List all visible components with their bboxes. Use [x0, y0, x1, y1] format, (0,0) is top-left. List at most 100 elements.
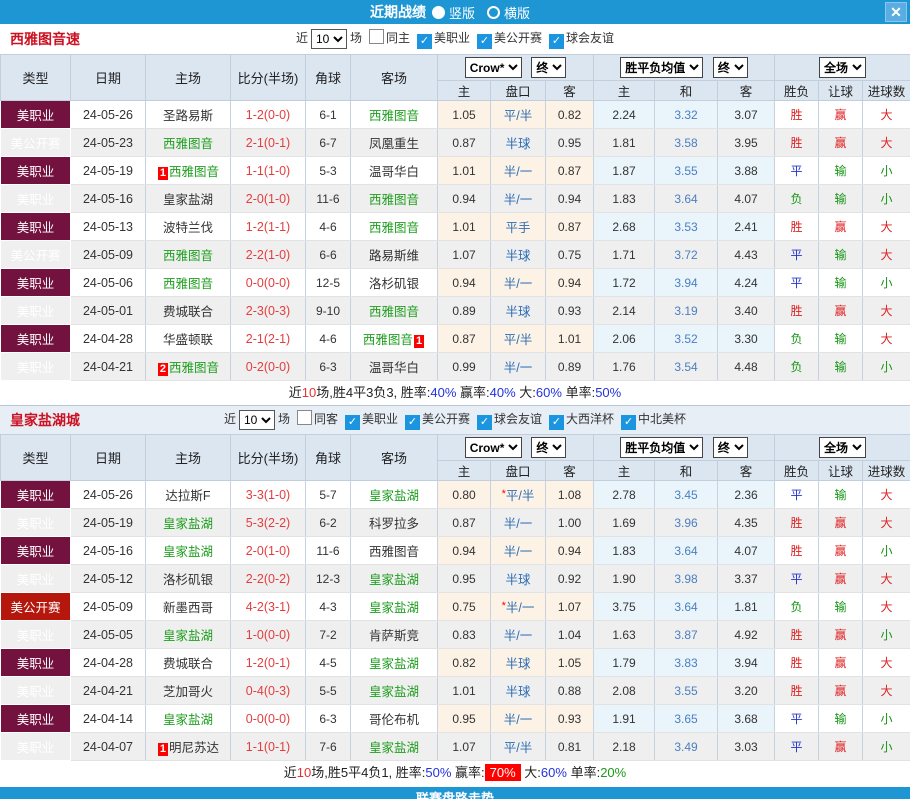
result-goals-cell: 小: [862, 352, 910, 381]
summary-segment: 大:: [520, 765, 541, 780]
match-row: 美职业 24-05-01 费城联合 2-3(0-3) 9-10 西雅图音 0.89 半球 0.9…: [0, 296, 910, 325]
fulltime-score: 2-0: [245, 543, 264, 558]
league-checkbox[interactable]: ✓: [549, 34, 565, 50]
crow-away-odds: 1.00: [544, 508, 595, 537]
summary-segment: 场,胜4平3负3, 胜率:: [316, 385, 431, 400]
fulltime-score: 1-1: [245, 163, 264, 178]
bookmaker-select[interactable]: Crow*: [464, 437, 522, 458]
avg-away-odds: 4.48: [717, 352, 776, 381]
fullmatch-select[interactable]: 全场: [819, 437, 867, 458]
team-name: 皇家盐湖城: [10, 412, 80, 428]
result-wdl-cell: 平: [774, 732, 820, 761]
league-checkbox[interactable]: ✓: [405, 415, 420, 431]
avg-away-odds: 2.41: [717, 212, 776, 241]
match-count-select[interactable]: 10: [310, 28, 347, 49]
avg-draw-odds: 3.98: [654, 564, 719, 593]
crow-away-odds: 0.93: [544, 296, 595, 325]
close-button[interactable]: ✕: [885, 2, 907, 22]
avg-away-odds: 3.20: [717, 676, 776, 705]
avg-away-odds: 3.88: [717, 156, 776, 185]
handicap-cell: 平/半: [490, 324, 546, 353]
crow-away-odds: 1.04: [544, 620, 595, 649]
avg-away-odds: 3.03: [717, 732, 776, 761]
summary-segment: 40%: [489, 385, 516, 400]
handicap-cell: 半球: [490, 296, 546, 325]
avg-home-odds: 2.14: [593, 296, 656, 325]
crow-home-odds: 0.89: [437, 296, 491, 325]
crow-home-odds: 0.95: [437, 704, 491, 733]
home-team-cell: 1 明尼苏达: [145, 732, 231, 761]
score-cell: 0-0(0-0): [230, 268, 306, 297]
avg-draw-odds: 3.58: [654, 128, 719, 157]
avg-home-odds: 1.91: [593, 704, 656, 733]
halftime-score: (1-0): [263, 543, 291, 558]
date-cell: 24-05-09: [70, 240, 146, 269]
avg-home-odds: 1.76: [593, 352, 656, 381]
col-result-wdl: 胜负: [774, 80, 820, 101]
crow-home-odds: 0.94: [437, 184, 491, 213]
avg-odds-select[interactable]: 胜平负均值: [620, 437, 704, 458]
fulltime-score: 4-2: [245, 599, 264, 614]
halftime-score: (0-0): [263, 711, 291, 726]
col-result-wdl: 胜负: [774, 460, 820, 481]
score-cell: 1-2(0-1): [230, 648, 306, 677]
same-venue-checkbox[interactable]: [296, 410, 312, 426]
league-checkbox[interactable]: ✓: [344, 415, 360, 431]
avg-away-odds: 3.30: [717, 324, 776, 353]
crow-home-odds: 0.87: [437, 324, 491, 353]
league-checkbox[interactable]: ✓: [477, 34, 493, 50]
crow-away-odds: 0.94: [544, 184, 595, 213]
avg-draw-odds: 3.53: [654, 212, 719, 241]
result-goals-cell: 小: [862, 156, 910, 185]
summary-segment: 单率:: [561, 385, 596, 400]
match-count-select[interactable]: 10: [238, 409, 275, 430]
avg-away-odds: 4.35: [717, 508, 776, 537]
fullmatch-select[interactable]: 全场: [819, 57, 867, 78]
league-type-cell: 美职业: [0, 480, 71, 509]
halftime-score: (3-1): [263, 599, 291, 614]
bookmaker-select[interactable]: Crow*: [464, 57, 522, 78]
avg-away-odds: 4.07: [717, 536, 776, 565]
same-venue-label: 同主: [385, 31, 410, 46]
odds-stage-select[interactable]: 终: [531, 57, 567, 78]
league-checkbox[interactable]: ✓: [621, 415, 637, 431]
score-cell: 5-3(2-2): [230, 508, 306, 537]
crow-home-odds: 1.01: [437, 212, 491, 241]
home-team-cell: 圣路易斯: [145, 100, 231, 129]
away-team-cell: 皇家盐湖: [350, 732, 438, 761]
avg-home-odds: 2.06: [593, 324, 656, 353]
avg-draw-odds: 3.64: [654, 592, 719, 621]
result-wdl-cell: 胜: [774, 100, 820, 129]
match-row: 美职业 24-05-12 洛杉矶银 2-2(0-2) 12-3 皇家盐湖 0.95 半球 0.9…: [0, 564, 910, 593]
result-handicap-cell: 赢: [818, 128, 864, 157]
fulltime-score: 1-2: [245, 219, 264, 234]
date-cell: 24-05-16: [70, 184, 146, 213]
crow-home-odds: 1.07: [437, 732, 491, 761]
result-wdl-cell: 平: [774, 240, 820, 269]
avg-away-odds: 4.07: [717, 184, 776, 213]
halftime-score: (2-2): [263, 515, 291, 530]
col-type: 类型: [0, 54, 71, 101]
odds-stage-select[interactable]: 终: [531, 437, 567, 458]
summary-segment: 70%: [484, 764, 521, 781]
avg-stage-select[interactable]: 终: [712, 57, 748, 78]
layout-radio[interactable]: [431, 5, 445, 19]
avg-odds-select[interactable]: 胜平负均值: [620, 57, 704, 78]
filter-prefix-label: 近: [223, 412, 236, 427]
result-handicap-cell: 输: [818, 156, 864, 185]
league-checkbox[interactable]: ✓: [477, 415, 493, 431]
league-checkbox[interactable]: ✓: [549, 415, 565, 431]
match-row: 美职业 24-05-06 西雅图音 0-0(0-0) 12-5 洛杉矶银 0.94 半/一 0.…: [0, 268, 910, 297]
league-checkbox[interactable]: ✓: [417, 34, 432, 50]
league-type-cell: 美职业: [0, 324, 71, 353]
crow-home-odds: 0.83: [437, 620, 491, 649]
date-cell: 24-05-16: [70, 536, 146, 565]
layout-radio[interactable]: [487, 5, 500, 19]
col-result-goals: 进球数: [862, 460, 910, 481]
avg-stage-select[interactable]: 终: [712, 437, 748, 458]
summary-segment: 20%: [600, 765, 627, 780]
result-wdl-cell: 胜: [774, 296, 820, 325]
home-team-cell: 西雅图音: [145, 240, 231, 269]
same-venue-checkbox[interactable]: [368, 29, 384, 45]
result-handicap-cell: 赢: [818, 212, 864, 241]
